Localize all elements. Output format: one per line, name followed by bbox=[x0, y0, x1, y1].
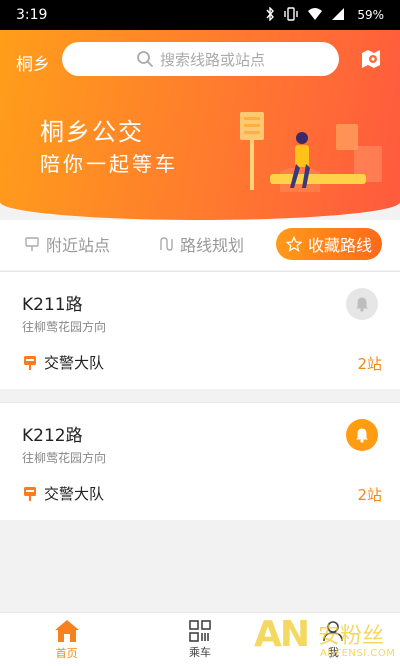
stop-sign-icon bbox=[24, 486, 36, 501]
search-icon bbox=[137, 51, 153, 67]
route-direction: 往柳莺花园方向 bbox=[22, 320, 107, 334]
bell-icon bbox=[356, 428, 368, 443]
qr-code-icon bbox=[189, 619, 211, 642]
nav-home-label: 首页 bbox=[55, 646, 78, 660]
stops-away: 2站 bbox=[357, 486, 382, 504]
banner-title: 桐乡公交 bbox=[40, 118, 144, 146]
status-icons: 59% bbox=[265, 5, 384, 24]
route-icon bbox=[160, 237, 173, 251]
nav-me-label: 我 bbox=[327, 645, 339, 659]
route-name: K212路 bbox=[22, 426, 83, 446]
nav-ride-label: 乘车 bbox=[188, 645, 211, 659]
bus-stop-illustration bbox=[240, 112, 382, 192]
stops-away: 2站 bbox=[357, 355, 382, 373]
map-icon[interactable] bbox=[360, 48, 382, 70]
nav-home[interactable]: 首页 bbox=[0, 613, 133, 666]
stop-name: 交警大队 bbox=[44, 354, 105, 372]
route-name: K211路 bbox=[22, 295, 83, 315]
bell-icon bbox=[356, 297, 368, 312]
bottom-nav: 首页 乘车 我 bbox=[0, 612, 400, 666]
arrival-alert-toggle[interactable] bbox=[346, 419, 378, 451]
wifi-icon bbox=[307, 7, 323, 24]
tab-favorite-routes[interactable]: 收藏路线 bbox=[276, 228, 382, 260]
tab-favorite-label: 收藏路线 bbox=[307, 236, 372, 255]
battery-percent: 59% bbox=[357, 8, 384, 22]
tab-bar: 附近站点 路线规划 收藏路线 bbox=[0, 220, 400, 270]
nav-ride[interactable]: 乘车 bbox=[133, 613, 266, 666]
person-icon bbox=[323, 620, 344, 641]
signal-icon bbox=[331, 7, 345, 24]
bluetooth-icon bbox=[265, 5, 275, 24]
search-input[interactable]: 搜索线路或站点 bbox=[62, 42, 339, 76]
tab-nearby-label: 附近站点 bbox=[46, 236, 111, 255]
hero-banner: 桐乡 搜索线路或站点 桐乡公交 陪你一起等车 bbox=[0, 30, 400, 220]
nearest-stop: 交警大队 bbox=[22, 352, 104, 373]
home-icon bbox=[54, 619, 79, 642]
tab-route-planning[interactable]: 路线规划 bbox=[158, 232, 244, 256]
stop-name: 交警大队 bbox=[44, 485, 105, 503]
route-direction: 往柳莺花园方向 bbox=[22, 451, 107, 465]
nearest-stop: 交警大队 bbox=[22, 483, 104, 504]
search-placeholder: 搜索线路或站点 bbox=[159, 50, 265, 69]
vibrate-icon bbox=[283, 6, 299, 24]
tab-route-label: 路线规划 bbox=[180, 236, 245, 255]
banner-subtitle: 陪你一起等车 bbox=[40, 152, 178, 176]
status-time: 3:19 bbox=[16, 7, 48, 23]
star-icon bbox=[285, 236, 302, 252]
bus-stop-icon bbox=[25, 237, 39, 251]
route-card[interactable]: K212路 往柳莺花园方向 交警大队 2站 bbox=[0, 402, 400, 520]
stop-sign-icon bbox=[24, 355, 36, 370]
arrival-alert-toggle[interactable] bbox=[346, 288, 378, 320]
status-bar: 3:19 59% bbox=[0, 0, 400, 30]
route-card[interactable]: K211路 往柳莺花园方向 交警大队 2站 bbox=[0, 271, 400, 389]
city-selector[interactable]: 桐乡 bbox=[16, 50, 50, 75]
tab-nearby-stops[interactable]: 附近站点 bbox=[24, 232, 110, 256]
nav-me[interactable]: 我 bbox=[267, 613, 400, 666]
